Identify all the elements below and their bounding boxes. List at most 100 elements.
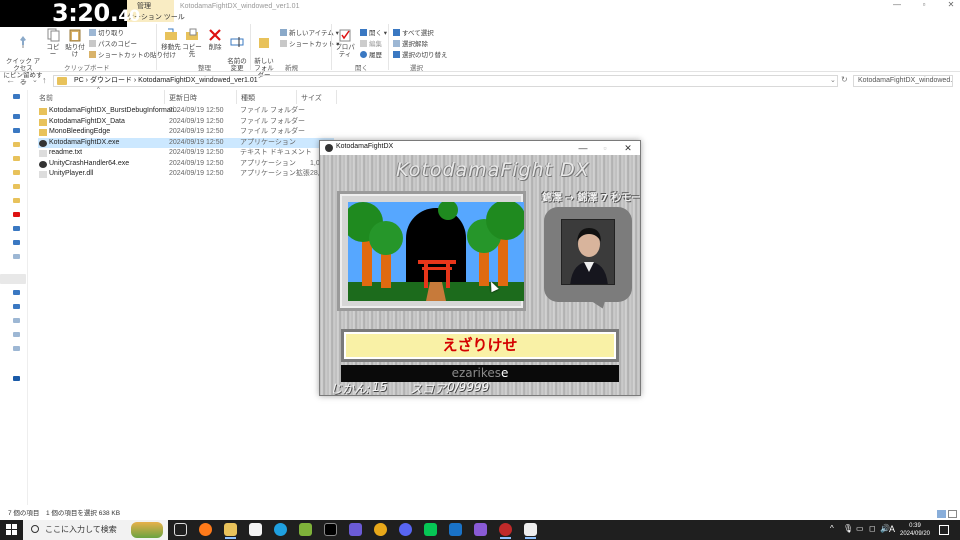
store-icon[interactable] [249,523,262,536]
notification-icon[interactable] [939,525,949,535]
nav-star-icon[interactable] [13,94,20,99]
nav-folder-icon[interactable] [13,198,20,203]
column-divider[interactable] [296,90,297,104]
edge-icon[interactable] [274,523,287,536]
timer-centiseconds: 40 [118,6,140,25]
select-all-button[interactable]: すべて選択 [393,27,434,37]
file-explorer-icon[interactable] [224,523,237,539]
select-none-button[interactable]: 選択解除 [393,38,428,48]
file-row[interactable]: KotodamaFightDX.exe 2024/09/19 12:50 アプリケー… [38,137,334,148]
discord-icon[interactable] [399,523,412,536]
nav-pc-icon[interactable] [13,240,20,245]
mail-icon[interactable] [449,523,462,536]
game-minimize-button[interactable]: — [572,142,594,154]
windows-start-icon[interactable] [6,524,18,536]
tray-chevron-icon[interactable]: ^ [830,524,834,533]
file-type: テキスト ドキュメント [240,149,312,156]
file-date: 2024/09/19 12:50 [169,159,224,167]
move-to-button[interactable]: 移動先 [160,28,182,51]
game-maximize-button[interactable]: ▫ [594,142,616,154]
navigation-pane[interactable] [0,90,28,505]
file-row[interactable]: UnityPlayer.dll 2024/09/19 12:50 アプリケーション拡… [38,169,334,180]
nav-pdf-icon[interactable] [13,212,20,217]
nav-cloud-icon[interactable] [13,226,20,231]
column-header-name[interactable]: 名前 [39,93,53,103]
copy-button[interactable]: コピー [44,28,62,58]
ime-indicator[interactable]: A [889,524,895,534]
history-button[interactable]: 履歴 [360,49,382,59]
nav-selected-row[interactable] [0,274,26,284]
column-header-date[interactable]: 更新日時 [169,93,197,103]
teams-icon[interactable] [349,523,362,536]
file-row[interactable]: KotodamaFightDX_Data 2024/09/19 12:50 ファイル… [38,117,334,128]
close-button[interactable]: ✕ [937,0,960,12]
forward-arrow-icon[interactable]: → [19,75,28,85]
back-arrow-icon[interactable]: ← [6,75,15,85]
chrome-icon[interactable] [374,523,387,536]
nav-folder-icon[interactable] [13,142,20,147]
clock[interactable]: 0:39 2024/09/20 [898,522,932,538]
nav-3d-icon[interactable] [13,254,20,259]
file-row[interactable]: MonoBleedingEdge 2024/09/19 12:50 ファイル フォル… [38,127,334,138]
edit-button[interactable]: 編集 [360,38,382,48]
nav-folder-icon[interactable] [13,170,20,175]
nav-desktop-icon[interactable] [13,114,20,119]
game-canvas[interactable]: KotodamaFight DX 錦澤 → 錦澤 7 秒モード [320,155,640,395]
column-divider[interactable] [336,90,337,104]
recent-chevron-icon[interactable]: ⌄ [32,76,38,84]
obs-icon[interactable] [499,523,512,539]
breadcrumb[interactable]: PC › ダウンロード › KotodamaFightDX_windowed_v… [53,75,838,87]
game-close-button[interactable]: ✕ [617,142,639,154]
nav-folder-icon[interactable] [13,156,20,161]
network-icon[interactable]: ◻ [869,524,876,533]
search-input[interactable]: KotodamaFightDX_windowed... [853,75,953,87]
maximize-button[interactable]: ▫ [910,0,938,12]
search-highlight-icon[interactable] [131,522,163,538]
refresh-icon[interactable]: ↻ [841,75,848,84]
file-row[interactable]: KotodamaFightDX_BurstDebugInformati... 20… [38,106,334,117]
new-folder-button[interactable]: 新しい フォルダー [252,28,276,79]
paste-button[interactable]: 貼り付け [64,28,86,58]
edit-label: 編集 [369,41,382,48]
nav-music-icon[interactable] [13,290,20,295]
column-divider[interactable] [164,90,165,104]
ribbon-separator [388,24,389,70]
game-window[interactable]: KotodamaFightDX — ▫ ✕ KotodamaFight DX 錦… [319,140,641,396]
taskbar-search-box[interactable]: ここに入力して検索 [23,520,168,540]
file-row[interactable]: readme.txt 2024/09/19 12:50 テキスト ドキュメント [38,148,334,159]
delete-button[interactable]: 削除 [206,28,224,51]
nav-drive-icon[interactable] [13,332,20,337]
copy-path-button[interactable]: パスのコピー [89,38,137,48]
open-button[interactable]: 開く ▾ [360,27,387,37]
line-icon[interactable] [424,523,437,536]
game-titlebar[interactable]: KotodamaFightDX — ▫ ✕ [320,141,640,155]
details-view-icon[interactable] [937,510,946,518]
nav-download-icon[interactable] [13,128,20,133]
battery-icon[interactable]: ▭ [856,524,864,533]
app-triangle-icon[interactable] [474,523,487,536]
up-arrow-icon[interactable]: ↑ [42,75,47,85]
file-row[interactable]: UnityCrashHandler64.exe 2024/09/19 12:50 ア… [38,159,334,170]
column-header-type[interactable]: 種類 [241,93,255,103]
column-divider[interactable] [236,90,237,104]
terminal-icon[interactable] [324,523,337,536]
cut-button[interactable]: 切り取り [89,27,124,37]
minimize-button[interactable]: — [883,0,911,12]
nav-folder-icon[interactable] [13,184,20,189]
nav-drive-icon[interactable] [13,318,20,323]
unity-game-icon[interactable] [524,523,537,539]
invert-selection-button[interactable]: 選択の切り替え [393,49,448,59]
firefox-icon[interactable] [199,523,212,536]
microphone-icon[interactable]: 🎙 [843,524,853,533]
properties-button[interactable]: プロパティ [333,28,357,58]
app-shield-icon[interactable] [299,523,312,536]
task-view-icon[interactable] [174,523,187,536]
rename-button[interactable]: 名前の 変更 [226,28,248,72]
nav-drive-icon[interactable] [13,346,20,351]
address-dropdown-icon[interactable]: ⌄ [830,76,836,84]
copy-to-button[interactable]: コピー先 [181,28,203,58]
nav-network-icon[interactable] [13,376,20,381]
large-icons-view-icon[interactable] [948,510,957,518]
column-header-size[interactable]: サイズ [301,93,322,103]
nav-video-icon[interactable] [13,304,20,309]
